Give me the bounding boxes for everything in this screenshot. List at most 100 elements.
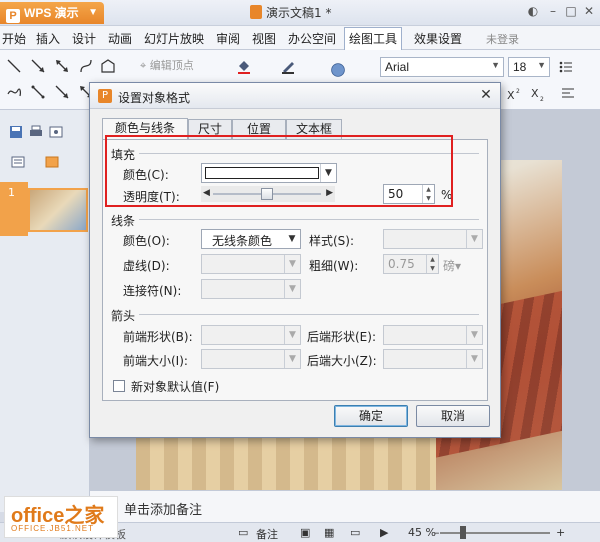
slide-thumbnail[interactable] [28, 188, 88, 232]
notes-toggle-icon[interactable]: ▭ [238, 526, 248, 539]
end-size-select[interactable]: ▼ [383, 349, 483, 369]
menu-insert[interactable]: 插入 [36, 30, 60, 47]
line-style-select[interactable]: ▼ [383, 229, 483, 249]
line-color-icon[interactable] [280, 58, 296, 74]
zoom-in-icon[interactable]: + [556, 526, 565, 539]
arrow-tool-icon[interactable] [30, 58, 46, 74]
edit-points-icon: ⌖ [140, 59, 150, 72]
site-watermark: office之家 OFFICE.JB51.NET [4, 496, 118, 538]
reading-view-icon[interactable]: ▭ [350, 526, 360, 539]
menu-bar: 开始 插入 设计 动画 幻灯片放映 审阅 视图 办公空间 绘图工具 效果设置 未… [0, 26, 600, 50]
normal-view-icon[interactable]: ▣ [300, 526, 310, 539]
chevron-down-icon: ▼ [284, 326, 300, 344]
spinner-icon[interactable]: ▲ ▼ [426, 255, 438, 273]
subscript-icon[interactable]: X2 [530, 86, 546, 103]
default-for-new-label: 新对象默认值(F) [131, 380, 220, 394]
close-icon[interactable]: ✕ [476, 86, 496, 104]
slides-view-icon[interactable] [44, 154, 60, 170]
chevron-down-icon: ▼ [284, 350, 300, 368]
menu-home[interactable]: 开始 [2, 30, 26, 47]
title-bar: P WPS 演示 ▼ 演示文稿1 * ◐ – □ ✕ [0, 0, 600, 26]
chevron-down-icon: ▼ [466, 230, 482, 248]
font-size-select[interactable]: 18 ▼ [508, 57, 550, 77]
slide-panel: 1 [0, 110, 90, 512]
weight-input[interactable]: 0.75 ▲ ▼ [383, 254, 439, 274]
begin-style-select[interactable]: ▼ [201, 325, 301, 345]
superscript-icon[interactable]: X2 [506, 86, 522, 102]
document-icon [250, 5, 262, 19]
align-left-icon[interactable] [560, 86, 576, 102]
login-status[interactable]: 未登录 [486, 31, 519, 47]
chevron-down-icon: ▼ [288, 234, 296, 244]
default-for-new-checkbox[interactable] [113, 380, 125, 392]
menu-animation[interactable]: 动画 [108, 30, 132, 47]
maximize-button[interactable]: □ [564, 4, 578, 18]
menu-review[interactable]: 审阅 [216, 30, 240, 47]
skin-icon[interactable]: ◐ [526, 4, 540, 18]
connector-tool-icon[interactable] [30, 84, 46, 100]
slideshow-icon[interactable]: ▶ [380, 526, 388, 539]
slide-number: 1 [8, 186, 15, 199]
shape-effects-icon[interactable] [330, 62, 350, 82]
chevron-down-icon: ▼ [466, 350, 482, 368]
zoom-out-icon[interactable]: – [434, 526, 440, 539]
end-style-select[interactable]: ▼ [383, 325, 483, 345]
save-icon[interactable] [8, 124, 24, 140]
connector-select[interactable]: ▼ [201, 279, 301, 299]
fill-bucket-icon[interactable] [236, 58, 252, 74]
divider [139, 219, 479, 220]
freeform-tool-icon[interactable] [100, 58, 116, 74]
line-color-label: 颜色(O): [123, 234, 170, 248]
print-icon[interactable] [28, 124, 44, 140]
bullet-list-icon[interactable] [558, 59, 574, 75]
dialog-title-bar[interactable]: P 设置对象格式 ✕ [90, 83, 500, 109]
weight-unit: 磅▾ [443, 259, 462, 273]
begin-style-label: 前端形状(B): [123, 330, 193, 344]
begin-size-label: 前端大小(I): [123, 354, 188, 368]
outline-view-icon[interactable] [10, 154, 26, 170]
chevron-down-icon: ▼ [537, 60, 546, 70]
double-arrow-tool-icon[interactable] [54, 58, 70, 74]
menu-slideshow[interactable]: 幻灯片放映 [144, 30, 204, 47]
preview-icon[interactable] [48, 124, 64, 140]
edit-points-button[interactable]: ⌖ 编辑顶点 [140, 57, 194, 73]
watermark-url: OFFICE.JB51.NET [11, 524, 95, 533]
begin-size-select[interactable]: ▼ [201, 349, 301, 369]
dash-label: 虚线(D): [123, 259, 170, 273]
menu-drawing-tools[interactable]: 绘图工具 [344, 27, 403, 50]
line-color-select[interactable]: 无线条颜色 ▼ [201, 229, 301, 249]
chevron-down-icon: ▼ [491, 60, 500, 70]
menu-design[interactable]: 设计 [72, 30, 96, 47]
cancel-button[interactable]: 取消 [416, 405, 490, 427]
menu-view[interactable]: 视图 [252, 30, 276, 47]
zoom-slider-thumb[interactable] [460, 526, 466, 539]
svg-text:X: X [507, 89, 515, 102]
zoom-level: 45 % [408, 526, 436, 539]
close-icon[interactable]: ✕ [582, 4, 596, 18]
arrow-connector-icon[interactable] [54, 84, 70, 100]
font-family-select[interactable]: Arial ▼ [380, 57, 504, 77]
zoom-slider-track[interactable] [440, 532, 550, 534]
curve-tool-icon[interactable] [78, 58, 94, 74]
menu-office-space[interactable]: 办公空间 [288, 30, 336, 47]
wps-logo-icon: P [98, 89, 112, 103]
wps-app-menu[interactable]: P WPS 演示 ▼ [0, 2, 104, 24]
sorter-view-icon[interactable]: ▦ [324, 526, 334, 539]
chevron-down-icon: ▼ [88, 7, 98, 18]
weight-label: 粗细(W): [309, 259, 359, 273]
dialog-title: 设置对象格式 [118, 91, 191, 105]
minimize-button[interactable]: – [546, 4, 560, 18]
dash-select[interactable]: ▼ [201, 254, 301, 274]
ok-button[interactable]: 确定 [334, 405, 408, 427]
chevron-down-icon: ▼ [466, 326, 482, 344]
line-style-label: 样式(S): [309, 234, 355, 248]
scribble-tool-icon[interactable] [6, 84, 22, 100]
svg-text:2: 2 [516, 88, 520, 95]
line-tool-icon[interactable] [6, 58, 22, 74]
notes-toggle-label[interactable]: 备注 [256, 526, 278, 542]
document-title: 演示文稿1 * [250, 4, 331, 21]
notes-pane[interactable]: 单击添加备注 [90, 490, 600, 522]
wps-logo-icon: P [6, 9, 20, 23]
svg-text:X: X [531, 87, 539, 100]
menu-effect-settings[interactable]: 效果设置 [414, 30, 462, 47]
